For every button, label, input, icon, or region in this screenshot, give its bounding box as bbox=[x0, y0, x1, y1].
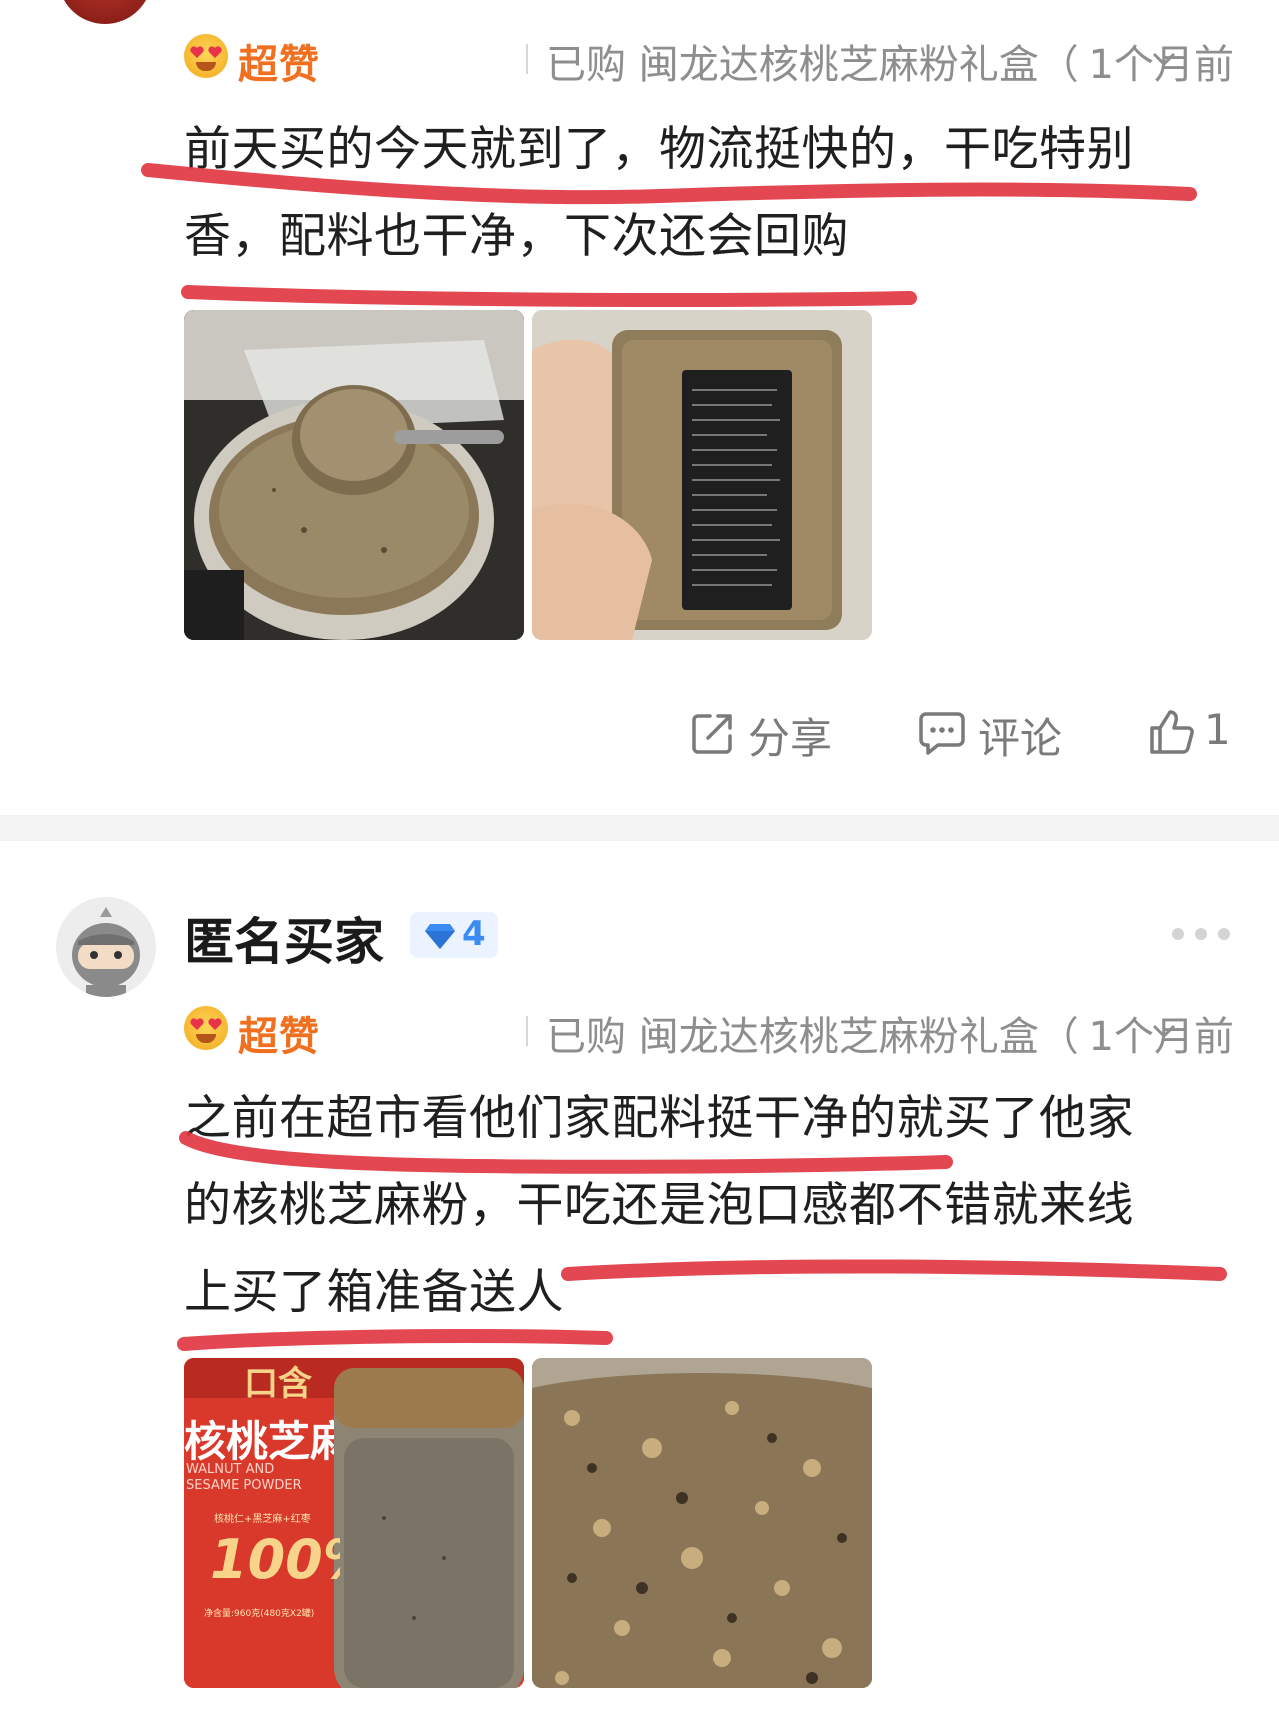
review-time: 1个月前 bbox=[1088, 42, 1234, 88]
thumbs-up-icon[interactable] bbox=[1148, 708, 1196, 756]
heart-eyes-emoji-icon bbox=[184, 34, 228, 78]
purchased-product-label[interactable]: 已购 闽龙达核桃芝麻粉礼盒（ bbox=[546, 1004, 1106, 1062]
like-count[interactable]: 1 bbox=[1204, 705, 1231, 754]
comment-icon[interactable] bbox=[918, 710, 966, 756]
anonymous-ninja-icon bbox=[56, 897, 156, 997]
product-net-weight: 净含量:960克(480克X2罐) bbox=[204, 1609, 315, 1619]
section-divider bbox=[0, 815, 1279, 841]
rating-badge: 超赞 bbox=[238, 42, 320, 88]
share-icon[interactable] bbox=[690, 710, 736, 756]
review-meta-row: 超赞 已购 闽龙达核桃芝麻粉礼盒（ 1个月前 bbox=[184, 1000, 1234, 1060]
divider bbox=[526, 1016, 528, 1046]
product-percent: 100% bbox=[210, 1528, 340, 1591]
more-options-icon[interactable] bbox=[1170, 926, 1232, 942]
review-text: 之前在超市看他们家配料挺干净的就买了他家 的核桃芝麻粉，干吃还是泡口感都不错就来… bbox=[184, 1075, 1214, 1336]
avatar[interactable] bbox=[56, 897, 156, 997]
review-photo[interactable]: 口含 核桃芝麻 WALNUT AND SESAME POWDER 核桃仁+黑芝麻… bbox=[184, 1358, 524, 1688]
diamond-icon bbox=[425, 924, 455, 949]
previous-user-avatar[interactable] bbox=[58, 0, 152, 24]
review-photo[interactable] bbox=[532, 310, 872, 640]
divider bbox=[526, 44, 528, 74]
product-title: 核桃芝麻 bbox=[184, 1417, 334, 1466]
marker-underline bbox=[561, 1259, 1227, 1281]
marker-underline bbox=[179, 1131, 953, 1174]
share-button[interactable]: 分享 bbox=[748, 705, 832, 766]
review-photo[interactable] bbox=[184, 310, 524, 640]
rating-badge: 超赞 bbox=[238, 1014, 320, 1060]
marker-underline bbox=[141, 163, 1197, 205]
review-time: 1个月前 bbox=[1088, 1014, 1234, 1060]
marker-underline bbox=[177, 1329, 613, 1351]
product-ingredients: 核桃仁+黑芝麻+红枣 bbox=[214, 1514, 311, 1525]
heart-eyes-emoji-icon bbox=[184, 1006, 228, 1050]
purchased-product-label[interactable]: 已购 闽龙达核桃芝麻粉礼盒（ bbox=[546, 32, 1106, 90]
member-level-badge: 4 bbox=[410, 912, 498, 958]
username[interactable]: 匿名买家 bbox=[184, 902, 384, 974]
review-photo[interactable] bbox=[532, 1358, 872, 1688]
review-meta-row: 超赞 已购 闽龙达核桃芝麻粉礼盒（ 1个月前 bbox=[184, 28, 1234, 88]
product-subtitle: WALNUT AND SESAME POWDER bbox=[186, 1462, 302, 1493]
marker-underline bbox=[181, 285, 917, 307]
comment-button[interactable]: 评论 bbox=[978, 705, 1062, 766]
product-brand: 口含 bbox=[244, 1364, 312, 1404]
member-level: 4 bbox=[462, 914, 486, 954]
